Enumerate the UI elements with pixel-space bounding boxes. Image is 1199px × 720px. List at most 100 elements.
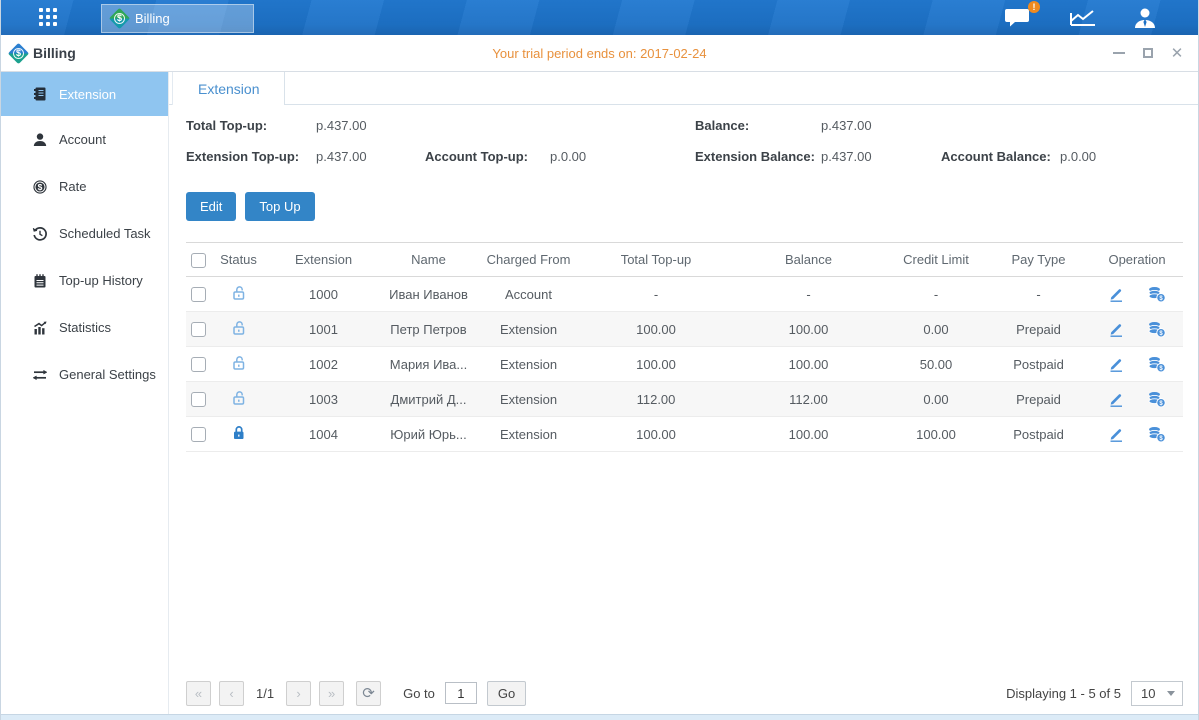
- row-checkbox[interactable]: [191, 427, 206, 442]
- next-page-button[interactable]: ›: [286, 681, 311, 706]
- unlock-icon: [230, 319, 248, 337]
- sidebar-item-account[interactable]: Account: [1, 116, 168, 163]
- toolbar: Edit Top Up: [186, 192, 1198, 221]
- cell-pay-type: Prepaid: [986, 382, 1091, 417]
- taskbar-tab-label: Billing: [135, 11, 170, 26]
- cell-extension: 1001: [266, 312, 381, 347]
- sidebar-item-label: Account: [59, 132, 106, 147]
- window-title: Billing: [33, 45, 76, 61]
- extension-balance-label: Extension Balance:: [695, 149, 815, 164]
- col-status: Status: [211, 243, 266, 277]
- cell-pay-type: Postpaid: [986, 347, 1091, 382]
- unlock-icon: [230, 389, 248, 407]
- top-up-row-icon[interactable]: $: [1147, 321, 1166, 338]
- edit-row-icon[interactable]: [1108, 321, 1125, 338]
- sidebar-item-general-settings[interactable]: General Settings: [1, 351, 168, 398]
- extension-topup-label: Extension Top-up:: [186, 149, 299, 164]
- refresh-icon[interactable]: ⟳: [356, 681, 381, 706]
- total-topup-value: p.437.00: [316, 118, 367, 133]
- cell-total-topup: 100.00: [581, 347, 731, 382]
- cell-balance: 112.00: [731, 382, 886, 417]
- edit-button[interactable]: Edit: [186, 192, 236, 221]
- select-all-checkbox[interactable]: [191, 253, 206, 268]
- cell-balance: 100.00: [731, 312, 886, 347]
- top-up-button[interactable]: Top Up: [245, 192, 314, 221]
- sidebar-item-extension[interactable]: Extension: [1, 72, 168, 116]
- cell-credit-limit: 0.00: [886, 382, 986, 417]
- maximize-button[interactable]: [1141, 46, 1155, 60]
- prev-page-button[interactable]: ‹: [219, 681, 244, 706]
- go-button[interactable]: Go: [487, 681, 526, 706]
- extension-balance-value: p.437.00: [821, 149, 872, 164]
- tab-extension[interactable]: Extension: [172, 72, 285, 105]
- top-up-row-icon[interactable]: $: [1147, 391, 1166, 408]
- edit-row-icon[interactable]: [1108, 426, 1125, 443]
- col-name: Name: [381, 243, 476, 277]
- cell-charged-from: Extension: [476, 347, 581, 382]
- sidebar-item-label: Scheduled Task: [59, 226, 151, 241]
- sidebar-item-label: Statistics: [59, 320, 111, 335]
- edit-row-icon[interactable]: [1108, 391, 1125, 408]
- table-row: 1004 Юрий Юрь... Extension 100.00 100.00…: [186, 417, 1183, 452]
- cell-name: Иван Иванов: [381, 277, 476, 312]
- sidebar-item-rate[interactable]: $ Rate: [1, 163, 168, 210]
- top-up-row-icon[interactable]: $: [1147, 356, 1166, 373]
- unlock-icon: [230, 284, 248, 302]
- goto-label: Go to: [403, 686, 435, 701]
- edit-row-icon[interactable]: [1108, 356, 1125, 373]
- window-titlebar: $ Billing Your trial period ends on: 201…: [1, 35, 1198, 72]
- col-extension: Extension: [266, 243, 381, 277]
- goto-page-input[interactable]: [445, 682, 477, 704]
- col-credit-limit: Credit Limit: [886, 243, 986, 277]
- close-button[interactable]: ✕: [1170, 46, 1184, 60]
- extensions-table: Status Extension Name Charged From Total…: [186, 242, 1183, 452]
- cell-name: Дмитрий Д...: [381, 382, 476, 417]
- account-icon: [32, 132, 48, 148]
- page-size-value: 10: [1141, 686, 1155, 701]
- cell-charged-from: Account: [476, 277, 581, 312]
- taskbar-tab-billing[interactable]: $ Billing: [101, 4, 254, 33]
- cell-charged-from: Extension: [476, 417, 581, 452]
- row-checkbox[interactable]: [191, 392, 206, 407]
- account-balance-value: p.0.00: [1060, 149, 1096, 164]
- table-row: 1003 Дмитрий Д... Extension 112.00 112.0…: [186, 382, 1183, 417]
- app-launcher-icon[interactable]: [39, 8, 59, 28]
- row-checkbox[interactable]: [191, 322, 206, 337]
- page-size-select[interactable]: 10: [1131, 681, 1183, 706]
- unlock-icon: [230, 354, 248, 372]
- user-account-icon[interactable]: [1132, 6, 1158, 30]
- svg-text:$: $: [38, 182, 43, 192]
- top-up-row-icon[interactable]: $: [1147, 286, 1166, 303]
- sidebar-item-label: Extension: [59, 87, 116, 102]
- cell-extension: 1000: [266, 277, 381, 312]
- cell-total-topup: 100.00: [581, 312, 731, 347]
- col-operation: Operation: [1091, 243, 1183, 277]
- billing-app-window: $ Billing ! $ Billing Your trial period …: [0, 0, 1199, 720]
- chevron-down-icon: [1167, 691, 1175, 696]
- pagination-bar: « ‹ 1/1 › » ⟳ Go to Go Displaying 1 - 5 …: [169, 672, 1198, 714]
- sidebar-item-scheduled-task[interactable]: Scheduled Task: [1, 210, 168, 257]
- cell-total-topup: 112.00: [581, 382, 731, 417]
- reports-chart-icon[interactable]: [1068, 6, 1098, 30]
- cell-pay-type: Prepaid: [986, 312, 1091, 347]
- col-total-topup: Total Top-up: [581, 243, 731, 277]
- row-checkbox[interactable]: [191, 287, 206, 302]
- sidebar-item-topup-history[interactable]: Top-up History: [1, 257, 168, 304]
- minimize-button[interactable]: [1112, 46, 1126, 60]
- cell-extension: 1002: [266, 347, 381, 382]
- top-up-row-icon[interactable]: $: [1147, 426, 1166, 443]
- cell-charged-from: Extension: [476, 382, 581, 417]
- notifications-icon[interactable]: !: [1004, 6, 1034, 30]
- sidebar-item-statistics[interactable]: Statistics: [1, 304, 168, 351]
- last-page-button[interactable]: »: [319, 681, 344, 706]
- cell-extension: 1003: [266, 382, 381, 417]
- sidebar-item-label: Rate: [59, 179, 86, 194]
- row-checkbox[interactable]: [191, 357, 206, 372]
- page-indicator: 1/1: [256, 686, 274, 701]
- main-topbar: $ Billing !: [1, 0, 1198, 35]
- edit-row-icon[interactable]: [1108, 286, 1125, 303]
- cell-credit-limit: 100.00: [886, 417, 986, 452]
- first-page-button[interactable]: «: [186, 681, 211, 706]
- content-tabbar: Extension: [169, 72, 1198, 105]
- extension-icon: [32, 86, 48, 102]
